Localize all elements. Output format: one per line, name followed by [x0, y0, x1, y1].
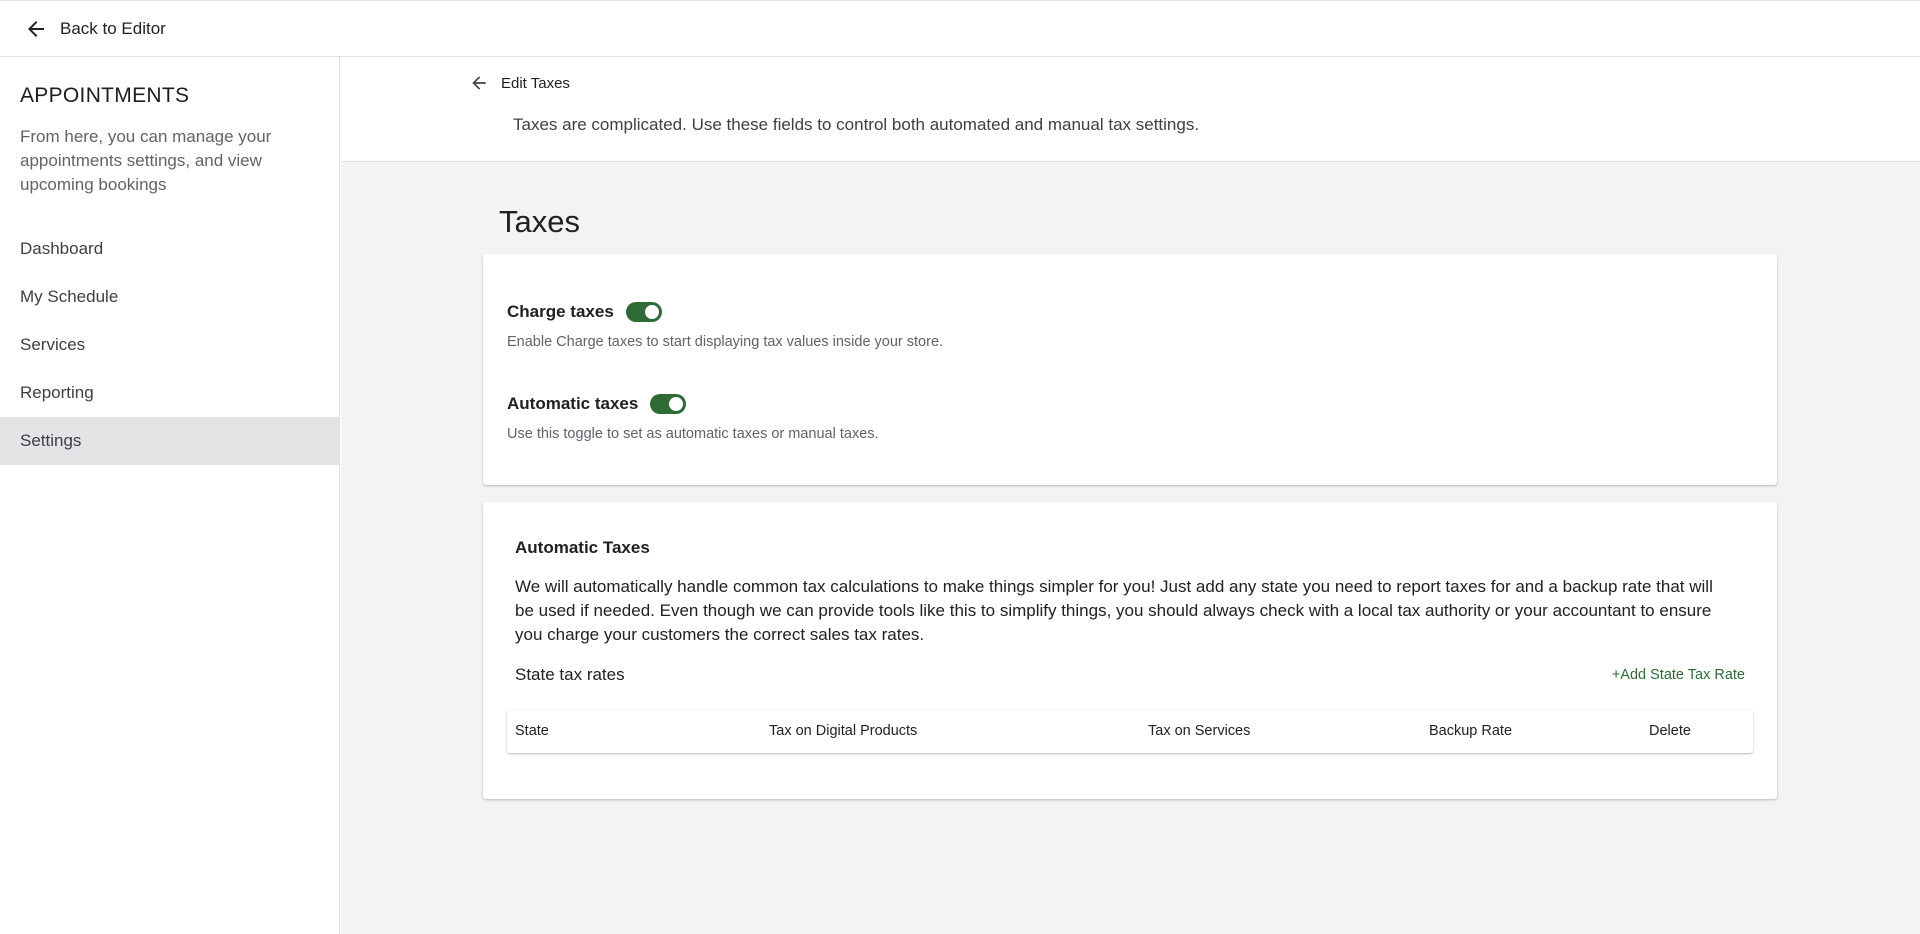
automatic-taxes-row: Automatic taxes	[507, 394, 687, 414]
column-header-backup-rate[interactable]: Backup Rate	[1429, 723, 1512, 739]
charge-taxes-label: Charge taxes	[507, 302, 614, 321]
sidebar-description: From here, you can manage your appointme…	[20, 127, 272, 194]
sidebar-item-dashboard[interactable]: Dashboard	[0, 225, 339, 273]
charge-taxes-toggle[interactable]	[625, 302, 662, 322]
state-tax-table-header: State Tax on Digital Products Tax on Ser…	[507, 710, 1753, 753]
page-title: Taxes	[499, 204, 580, 239]
back-to-editor-button[interactable]: Back to Editor	[24, 17, 166, 41]
charge-taxes-row: Charge taxes	[507, 302, 662, 322]
sidebar-title: APPOINTMENTS	[20, 84, 190, 107]
sidebar-item-settings[interactable]: Settings	[0, 417, 339, 465]
column-header-services[interactable]: Tax on Services	[1148, 723, 1250, 739]
edit-taxes-header: Edit Taxes Taxes are complicated. Use th…	[341, 57, 1920, 162]
back-to-editor-label: Back to Editor	[60, 18, 166, 38]
arrow-left-icon	[28, 20, 44, 37]
sidebar-nav: Dashboard My Schedule Services Reporting…	[0, 225, 339, 465]
add-state-tax-rate-button[interactable]: +Add State Tax Rate	[1612, 667, 1745, 683]
header-description: Taxes are complicated. Use these fields …	[513, 115, 1200, 134]
state-tax-rates-label: State tax rates	[515, 665, 625, 684]
edit-taxes-label: Edit Taxes	[501, 74, 570, 92]
automatic-taxes-toggle[interactable]	[650, 394, 687, 414]
column-header-digital-products[interactable]: Tax on Digital Products	[769, 723, 917, 739]
automatic-taxes-title: Automatic Taxes	[515, 538, 650, 557]
sidebar: APPOINTMENTS From here, you can manage y…	[0, 57, 340, 934]
automatic-taxes-description: We will automatically handle common tax …	[515, 577, 1713, 644]
automatic-taxes-label: Automatic taxes	[507, 394, 639, 413]
sidebar-item-services[interactable]: Services	[0, 321, 339, 369]
automatic-taxes-card: Automatic Taxes We will automatically ha…	[483, 502, 1777, 799]
charge-taxes-help: Enable Charge taxes to start displaying …	[507, 334, 944, 350]
automatic-taxes-help: Use this toggle to set as automatic taxe…	[507, 426, 879, 442]
sidebar-item-reporting[interactable]: Reporting	[0, 369, 339, 417]
sidebar-item-my-schedule[interactable]: My Schedule	[0, 273, 339, 321]
arrow-left-icon	[472, 76, 486, 90]
edit-taxes-back-button[interactable]: Edit Taxes	[469, 73, 570, 93]
column-header-delete: Delete	[1649, 723, 1691, 739]
tax-toggles-card: Charge taxes Enable Charge taxes to star…	[483, 254, 1777, 485]
main-content: Taxes Charge taxes Enable Charge taxes t…	[341, 162, 1920, 934]
top-bar: Back to Editor	[0, 0, 1920, 57]
column-header-state[interactable]: State	[515, 723, 549, 739]
